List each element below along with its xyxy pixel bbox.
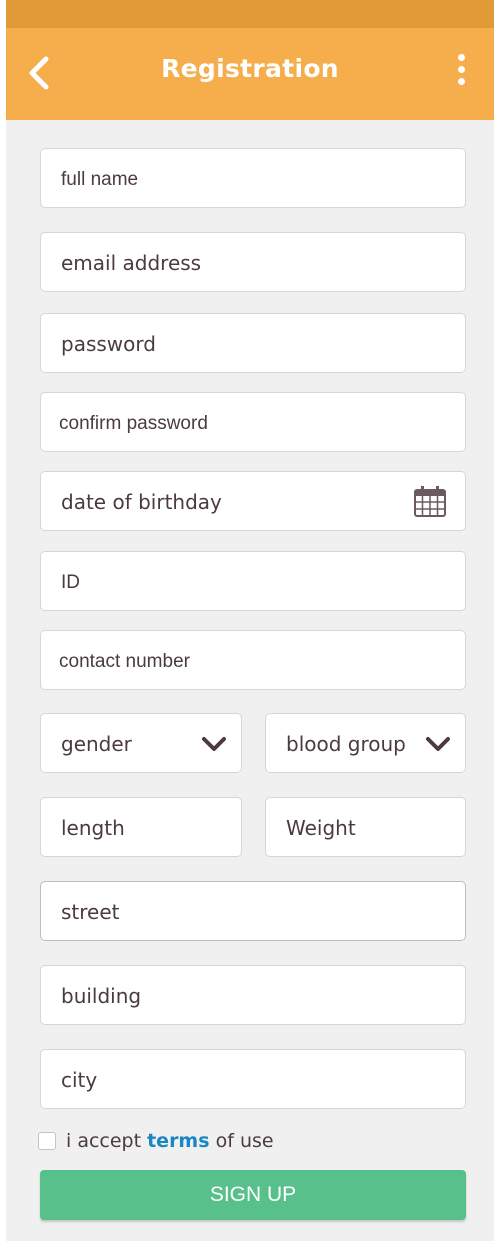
more-options-button[interactable] [454, 54, 468, 90]
page-title: Registration [161, 54, 339, 83]
terms-suffix: of use [209, 1130, 274, 1152]
full-name-input[interactable]: full name [40, 148, 466, 208]
city-input[interactable]: city [40, 1049, 466, 1109]
app-bar: Registration [6, 28, 494, 120]
calendar-icon[interactable] [413, 484, 447, 518]
terms-label: i accept terms of use [66, 1130, 274, 1152]
contact-number-input[interactable]: contact number [40, 630, 466, 690]
confirm-password-placeholder: confirm password [59, 413, 208, 434]
chevron-down-icon [202, 737, 226, 751]
street-placeholder: street [61, 900, 120, 924]
email-input[interactable]: email address [40, 232, 466, 292]
gender-placeholder: gender [61, 732, 132, 756]
contact-number-placeholder: contact number [59, 651, 190, 672]
gender-select[interactable]: gender [40, 713, 242, 773]
weight-input[interactable]: Weight [265, 797, 466, 857]
terms-link[interactable]: terms [147, 1130, 209, 1152]
city-placeholder: city [61, 1068, 98, 1092]
blood-group-placeholder: blood group [286, 732, 406, 756]
building-placeholder: building [61, 984, 142, 1008]
password-placeholder: password [61, 332, 156, 356]
password-input[interactable]: password [40, 313, 466, 373]
length-input[interactable]: length [40, 797, 242, 857]
confirm-password-input[interactable]: confirm password [40, 392, 466, 452]
terms-checkbox[interactable] [38, 1132, 56, 1150]
building-input[interactable]: building [40, 965, 466, 1025]
weight-placeholder: Weight [286, 816, 356, 840]
id-placeholder: ID [61, 572, 80, 593]
sign-up-button[interactable]: SIGN UP [40, 1170, 466, 1220]
blood-group-select[interactable]: blood group [265, 713, 466, 773]
full-name-placeholder: full name [61, 169, 139, 190]
length-placeholder: length [61, 816, 125, 840]
date-of-birthday-placeholder: date of birthday [61, 490, 222, 514]
id-input[interactable]: ID [40, 551, 466, 611]
registration-screen: Registration full name email address pas… [6, 0, 494, 1241]
more-vertical-icon [454, 54, 468, 85]
email-placeholder: email address [61, 251, 202, 275]
status-bar [6, 0, 494, 28]
date-of-birthday-input[interactable]: date of birthday [40, 471, 466, 531]
chevron-down-icon [426, 737, 450, 751]
terms-prefix: i accept [66, 1130, 148, 1152]
street-input[interactable]: street [40, 881, 466, 941]
